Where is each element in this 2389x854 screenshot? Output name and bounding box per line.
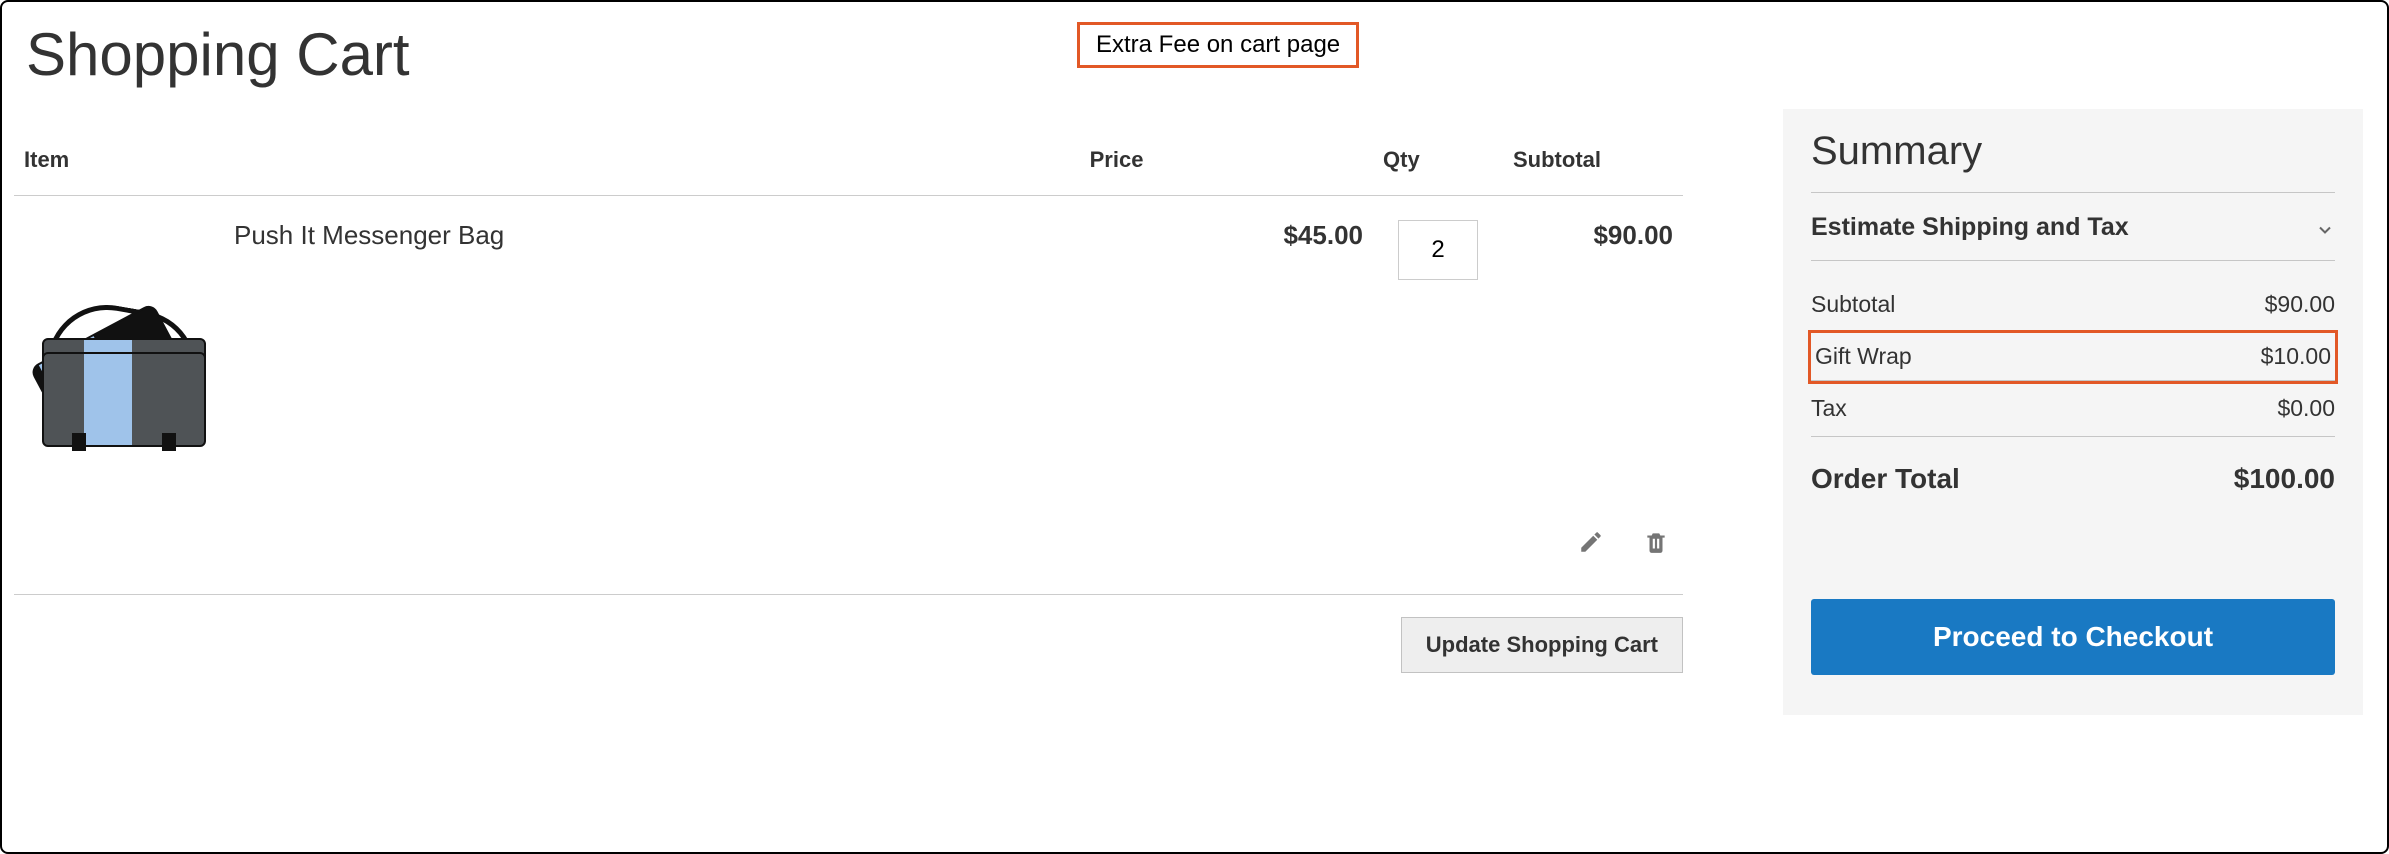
product-name[interactable]: Push It Messenger Bag (224, 196, 1080, 503)
callout-extra-fee: Extra Fee on cart page (1077, 22, 1359, 68)
subtotal-row: Subtotal $90.00 (1811, 277, 2335, 333)
extra-fee-row: Gift Wrap $10.00 (1811, 333, 2335, 381)
update-cart-button[interactable]: Update Shopping Cart (1401, 617, 1683, 673)
col-price: Price (1080, 109, 1373, 196)
proceed-to-checkout-button[interactable]: Proceed to Checkout (1811, 599, 2335, 675)
col-item: Item (14, 109, 1080, 196)
col-subtotal: Subtotal (1503, 109, 1683, 196)
order-total-value: $100.00 (2234, 463, 2335, 495)
extra-fee-value: $10.00 (2261, 343, 2331, 370)
delete-item-button[interactable] (1639, 526, 1673, 560)
item-subtotal: $90.00 (1503, 196, 1683, 503)
estimate-label: Estimate Shipping and Tax (1811, 213, 2129, 242)
subtotal-value: $90.00 (2265, 291, 2335, 318)
summary-panel: Summary Estimate Shipping and Tax Subtot… (1783, 109, 2363, 715)
col-qty: Qty (1373, 109, 1503, 196)
order-total-row: Order Total $100.00 (1811, 437, 2335, 509)
table-row: Push It Messenger Bag $45.00 $90.00 (14, 196, 1683, 503)
qty-input[interactable] (1398, 220, 1478, 280)
pencil-icon (1578, 529, 1604, 558)
product-image[interactable] (24, 280, 214, 470)
chevron-down-icon (2315, 218, 2335, 238)
tax-row: Tax $0.00 (1811, 381, 2335, 437)
subtotal-label: Subtotal (1811, 291, 1895, 318)
estimate-shipping-toggle[interactable]: Estimate Shipping and Tax (1811, 193, 2335, 261)
extra-fee-label: Gift Wrap (1815, 343, 1912, 370)
edit-item-button[interactable] (1574, 526, 1608, 560)
summary-title: Summary (1811, 129, 2335, 193)
cart-items: Item Price Qty Subtotal (14, 109, 1683, 673)
trash-icon (1643, 529, 1669, 558)
item-price: $45.00 (1080, 196, 1373, 503)
tax-value: $0.00 (2277, 395, 2335, 422)
cart-page: Shopping Cart Extra Fee on cart page Ite… (0, 0, 2389, 854)
tax-label: Tax (1811, 395, 1847, 422)
order-total-label: Order Total (1811, 463, 1960, 495)
